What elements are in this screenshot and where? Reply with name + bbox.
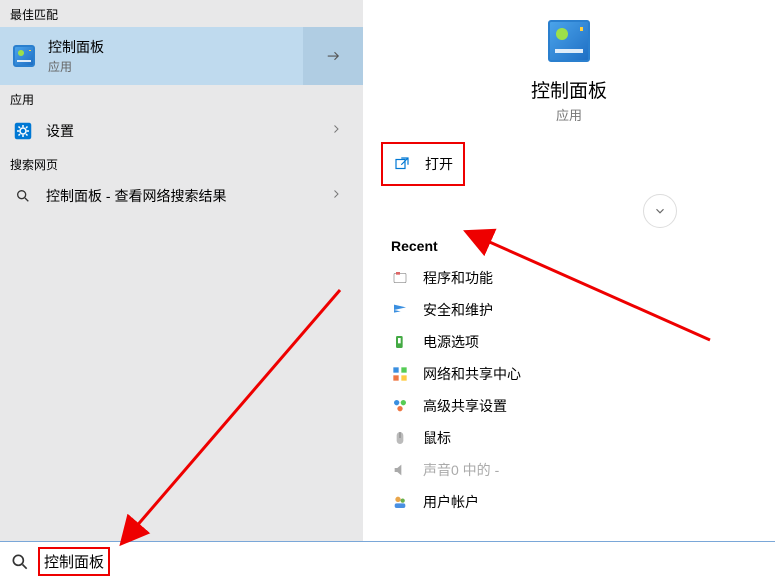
annotation-box: 控制面板	[38, 547, 110, 576]
expand-button[interactable]	[643, 194, 677, 228]
preview-subtitle: 应用	[556, 105, 582, 124]
recent-item[interactable]: 电源选项	[363, 326, 775, 358]
result-title: 控制面板	[48, 37, 291, 57]
recent-item-label: 声音0 中的 -	[423, 460, 499, 480]
recent-item: 声音0 中的 -	[363, 454, 775, 486]
search-bar[interactable]: 控制面板	[0, 541, 775, 581]
web-result-label: 控制面板 - 查看网络搜索结果	[46, 186, 321, 206]
recent-item-label: 安全和维护	[423, 300, 493, 320]
recent-item-label: 高级共享设置	[423, 396, 507, 416]
recent-item[interactable]: 网络和共享中心	[363, 358, 775, 390]
search-icon	[12, 185, 34, 207]
recent-item-icon	[391, 429, 409, 447]
results-panel: 最佳匹配 控制面板 应用 应用 设置	[0, 0, 363, 541]
recent-item[interactable]: 程序和功能	[363, 262, 775, 294]
recent-item[interactable]: 高级共享设置	[363, 390, 775, 422]
open-action[interactable]: 打开	[383, 144, 463, 184]
recent-item-icon	[391, 365, 409, 383]
recent-item-label: 电源选项	[423, 332, 479, 352]
open-icon	[393, 155, 411, 173]
open-label: 打开	[425, 154, 453, 174]
recent-item-label: 网络和共享中心	[423, 364, 521, 384]
web-header: 搜索网页	[0, 150, 363, 177]
search-icon	[10, 552, 30, 572]
settings-result[interactable]: 设置	[0, 112, 363, 150]
chevron-right-icon	[321, 187, 351, 205]
arrow-right-icon	[324, 47, 342, 65]
best-match-header: 最佳匹配	[0, 0, 363, 27]
settings-label: 设置	[46, 121, 321, 141]
open-preview-button[interactable]	[303, 27, 363, 85]
best-match-result[interactable]: 控制面板 应用	[0, 27, 363, 85]
recent-item-icon	[391, 269, 409, 287]
recent-item-label: 鼠标	[423, 428, 451, 448]
preview-panel: 控制面板 应用 打开 Recent 程序和功能安全和维护电源选项网络和共享中心高…	[363, 0, 775, 541]
preview-title: 控制面板	[531, 76, 607, 103]
recent-item-icon	[391, 397, 409, 415]
recent-item-icon	[391, 333, 409, 351]
recent-item[interactable]: 用户帐户	[363, 486, 775, 518]
apps-header: 应用	[0, 85, 363, 112]
chevron-right-icon	[321, 122, 351, 140]
recent-item-icon	[391, 301, 409, 319]
recent-item-label: 程序和功能	[423, 268, 493, 288]
recent-item[interactable]: 鼠标	[363, 422, 775, 454]
recent-item-icon	[391, 461, 409, 479]
control-panel-icon	[12, 44, 36, 68]
recent-header: Recent	[363, 238, 775, 262]
result-subtitle: 应用	[48, 58, 291, 75]
annotation-box: 打开	[381, 142, 465, 186]
recent-item-icon	[391, 493, 409, 511]
gear-icon	[12, 120, 34, 142]
web-search-result[interactable]: 控制面板 - 查看网络搜索结果	[0, 177, 363, 215]
recent-item[interactable]: 安全和维护	[363, 294, 775, 326]
control-panel-icon	[548, 20, 590, 62]
chevron-down-icon	[653, 204, 667, 218]
search-value: 控制面板	[44, 554, 104, 571]
recent-item-label: 用户帐户	[423, 492, 479, 512]
